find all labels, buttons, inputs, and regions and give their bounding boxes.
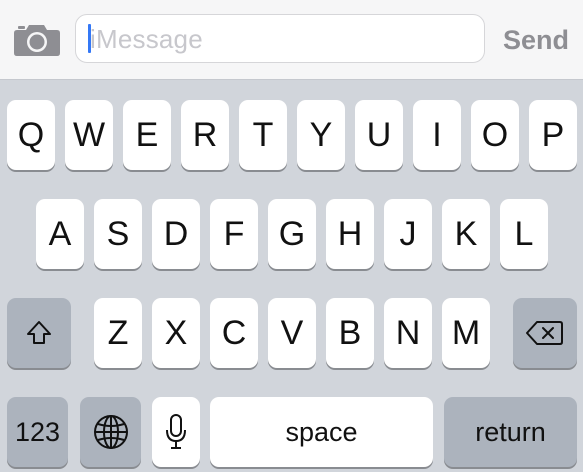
return-key-label: return — [475, 416, 546, 447]
key-b[interactable]: B — [326, 298, 374, 368]
key-e[interactable]: E — [123, 100, 171, 170]
key-x[interactable]: X — [152, 298, 200, 368]
microphone-icon — [166, 414, 186, 449]
key-l[interactable]: L — [500, 199, 548, 269]
message-input[interactable]: iMessage — [75, 14, 485, 63]
key-m[interactable]: M — [442, 298, 490, 368]
shift-key[interactable] — [7, 298, 71, 368]
key-a[interactable]: A — [36, 199, 84, 269]
numbers-key-label: 123 — [14, 416, 61, 447]
shift-icon — [27, 321, 51, 344]
key-h[interactable]: H — [326, 199, 374, 269]
message-placeholder: iMessage — [90, 24, 203, 54]
key-i[interactable]: I — [413, 100, 461, 170]
message-bar: iMessage Send — [0, 0, 583, 80]
return-key[interactable]: return — [444, 397, 577, 467]
key-y[interactable]: Y — [297, 100, 345, 170]
key-f[interactable]: F — [210, 199, 258, 269]
globe-key[interactable] — [80, 397, 141, 467]
key-u[interactable]: U — [355, 100, 403, 170]
microphone-key[interactable] — [152, 397, 200, 467]
send-button[interactable]: Send — [494, 20, 578, 60]
space-key[interactable]: space — [210, 397, 433, 467]
key-g[interactable]: G — [268, 199, 316, 269]
key-v[interactable]: V — [268, 298, 316, 368]
screen: iMessage Send Q W E R T Y U I O P A S D … — [0, 0, 583, 472]
space-key-label: space — [285, 416, 358, 447]
key-q[interactable]: Q — [7, 100, 55, 170]
key-r[interactable]: R — [181, 100, 229, 170]
key-s[interactable]: S — [94, 199, 142, 269]
key-z[interactable]: Z — [94, 298, 142, 368]
delete-key[interactable] — [513, 298, 577, 368]
key-o[interactable]: O — [471, 100, 519, 170]
key-p[interactable]: P — [529, 100, 577, 170]
key-c[interactable]: C — [210, 298, 258, 368]
globe-icon — [93, 415, 128, 449]
key-j[interactable]: J — [384, 199, 432, 269]
numbers-key[interactable]: 123 — [7, 397, 68, 467]
key-d[interactable]: D — [152, 199, 200, 269]
key-k[interactable]: K — [442, 199, 490, 269]
key-w[interactable]: W — [65, 100, 113, 170]
key-n[interactable]: N — [384, 298, 432, 368]
key-t[interactable]: T — [239, 100, 287, 170]
text-cursor — [88, 24, 91, 53]
keyboard: Q W E R T Y U I O P A S D F G H J K L Z … — [0, 80, 583, 472]
camera-button[interactable] — [13, 21, 61, 57]
delete-icon — [526, 321, 563, 345]
camera-icon — [14, 25, 60, 56]
